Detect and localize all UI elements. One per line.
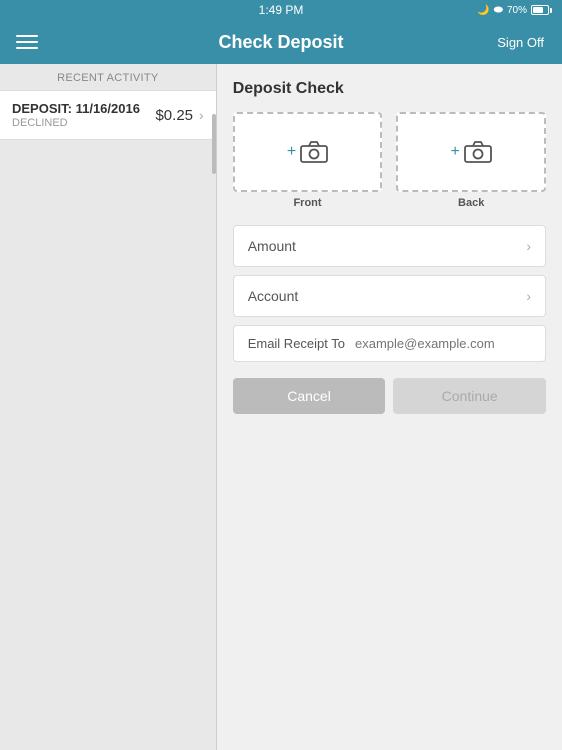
account-label: Account <box>248 288 299 304</box>
moon-icon: 🌙 <box>477 5 489 16</box>
deposit-info: DEPOSIT: 11/16/2016 DECLINED <box>12 101 155 129</box>
deposit-status: DECLINED <box>12 117 155 129</box>
sign-off-button[interactable]: Sign Off <box>491 31 550 54</box>
back-plus-icon: + <box>451 143 460 161</box>
front-photo-box: + Front <box>233 112 383 209</box>
bluetooth-icon: ⬬ <box>494 4 503 17</box>
front-camera-icon <box>300 141 328 163</box>
front-plus-icon: + <box>287 143 296 161</box>
right-panel: Deposit Check + Front + <box>217 64 562 750</box>
page-title: Check Deposit <box>218 32 343 53</box>
status-bar: 1:49 PM 🌙 ⬬ 70% <box>0 0 562 20</box>
deposit-title: DEPOSIT: 11/16/2016 <box>12 101 155 116</box>
account-field[interactable]: Account › <box>233 275 546 317</box>
battery-percent: 70% <box>507 5 527 16</box>
deposit-chevron-icon: › <box>199 107 204 123</box>
deposit-amount: $0.25 <box>155 107 193 124</box>
scroll-indicator <box>212 114 216 174</box>
deposit-date: 11/16/2016 <box>76 101 140 116</box>
app-header: Check Deposit Sign Off <box>0 20 562 64</box>
deposit-list-item[interactable]: DEPOSIT: 11/16/2016 DECLINED $0.25 › <box>0 90 216 140</box>
status-time: 1:49 PM <box>259 3 304 17</box>
status-icons: 🌙 ⬬ 70% <box>477 4 552 17</box>
email-input[interactable] <box>355 336 531 351</box>
battery-icon <box>531 5 552 15</box>
account-chevron-icon: › <box>526 288 531 304</box>
amount-label: Amount <box>248 238 296 254</box>
left-panel: RECENT ACTIVITY DEPOSIT: 11/16/2016 DECL… <box>0 64 217 750</box>
back-photo-upload[interactable]: + <box>396 112 546 192</box>
hamburger-line-2 <box>16 41 38 43</box>
deposit-prefix: DEPOSIT: <box>12 101 72 116</box>
back-label: Back <box>458 197 484 209</box>
amount-chevron-icon: › <box>526 238 531 254</box>
hamburger-menu-button[interactable] <box>12 31 42 53</box>
hamburger-line-1 <box>16 35 38 37</box>
cancel-button[interactable]: Cancel <box>233 378 386 414</box>
photo-upload-row: + Front + B <box>233 112 546 209</box>
front-photo-upload[interactable]: + <box>233 112 383 192</box>
deposit-check-title: Deposit Check <box>233 80 546 98</box>
action-buttons-row: Cancel Continue <box>233 378 546 414</box>
back-camera-icon <box>464 141 492 163</box>
main-layout: RECENT ACTIVITY DEPOSIT: 11/16/2016 DECL… <box>0 64 562 750</box>
email-receipt-label: Email Receipt To <box>248 336 345 351</box>
hamburger-line-3 <box>16 47 38 49</box>
recent-activity-label: RECENT ACTIVITY <box>0 64 216 90</box>
amount-field[interactable]: Amount › <box>233 225 546 267</box>
continue-button[interactable]: Continue <box>393 378 546 414</box>
back-photo-box: + Back <box>396 112 546 209</box>
front-label: Front <box>293 197 321 209</box>
email-receipt-row: Email Receipt To <box>233 325 546 362</box>
